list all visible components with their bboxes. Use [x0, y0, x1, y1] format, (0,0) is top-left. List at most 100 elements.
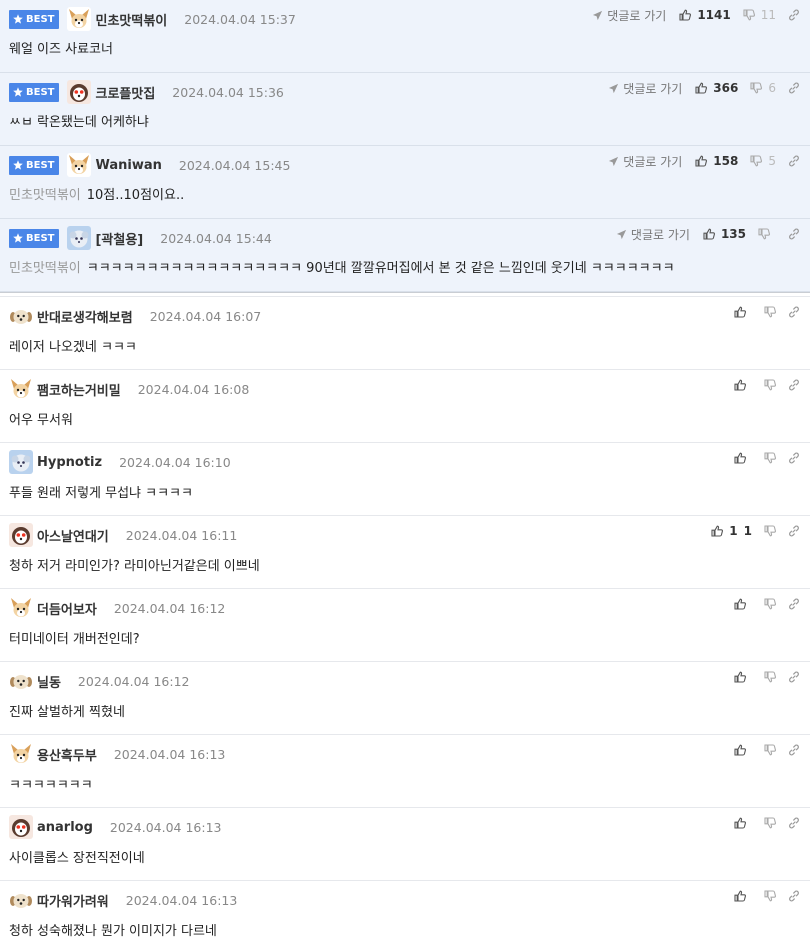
nickname[interactable]: 팸코하는거비밀: [37, 380, 121, 399]
nickname[interactable]: 크로플맛집: [95, 83, 155, 102]
comment-date: 2024.04.04 16:10: [119, 454, 231, 470]
red-dog-icon[interactable]: [9, 815, 33, 839]
comment-body: 10점..10점이요..: [86, 188, 185, 203]
reply-to-nick[interactable]: 민초맛떡볶이: [9, 261, 81, 276]
upvote-button[interactable]: [734, 817, 752, 829]
upvote-button[interactable]: 135: [703, 227, 746, 241]
downvote-button[interactable]: [764, 817, 776, 829]
upvote-button[interactable]: [734, 452, 752, 464]
link-icon[interactable]: [788, 890, 800, 902]
link-icon[interactable]: [788, 744, 800, 756]
dog-icon[interactable]: [67, 7, 92, 31]
upvote-button[interactable]: [734, 306, 752, 318]
thumbs-up-icon: [734, 379, 746, 391]
comment: anarlog 2024.04.04 16:13 사이클롭스 장전직전이네: [0, 808, 810, 881]
comment-text: 민초맛떡볶이 10점..10점이요..: [9, 184, 184, 203]
link-icon[interactable]: [788, 155, 800, 167]
downvote-button[interactable]: 5: [750, 154, 776, 168]
link-icon[interactable]: [788, 671, 800, 683]
go-to-reply-link[interactable]: 댓글로 가기: [608, 153, 682, 170]
thumbs-down-icon: [764, 306, 776, 318]
nickname[interactable]: 아스날연대기: [37, 526, 109, 545]
nickname[interactable]: 반대로생각해보렴: [37, 307, 133, 326]
nickname[interactable]: Waniwan: [95, 158, 161, 173]
thumbs-down-icon: [764, 379, 776, 391]
upvote-button[interactable]: [734, 744, 752, 756]
dog-icon[interactable]: [9, 596, 33, 620]
reply-to-nick[interactable]: 민초맛떡볶이: [9, 188, 81, 203]
upvote-count: 1: [729, 524, 738, 538]
comment-actions: [734, 741, 800, 759]
nickname[interactable]: 따가워가려워: [37, 891, 109, 910]
thumbs-down-icon: [764, 525, 776, 537]
nickname[interactable]: 닐동: [37, 672, 61, 691]
nickname[interactable]: 용산흑두부: [37, 745, 97, 764]
downvote-count: 6: [768, 81, 776, 95]
link-icon[interactable]: [788, 228, 800, 240]
thumbs-down-icon: [764, 817, 776, 829]
link-icon[interactable]: [788, 452, 800, 464]
downvote-button[interactable]: [764, 379, 776, 391]
link-icon[interactable]: [788, 598, 800, 610]
red-dog-icon[interactable]: [67, 80, 92, 104]
comment: 용산흑두부 2024.04.04 16:13 ㅋㅋㅋㅋㅋㅋㅋ: [0, 735, 810, 808]
puppy-icon[interactable]: [9, 888, 33, 912]
link-icon[interactable]: [788, 379, 800, 391]
thumbs-up-icon: [679, 9, 692, 21]
downvote-button[interactable]: [764, 306, 776, 318]
link-icon[interactable]: [788, 306, 800, 318]
upvote-button[interactable]: 158: [695, 154, 738, 168]
blue-dog-icon[interactable]: [9, 450, 33, 474]
downvote-button[interactable]: 6: [750, 81, 776, 95]
blue-dog-icon[interactable]: [67, 226, 92, 250]
downvote-button[interactable]: [764, 744, 776, 756]
go-to-reply-link[interactable]: 댓글로 가기: [592, 7, 666, 24]
thumbs-up-icon: [734, 452, 746, 464]
dog-icon[interactable]: [9, 742, 33, 766]
nickname[interactable]: Hypnotiz: [37, 455, 102, 470]
downvote-button[interactable]: [764, 452, 776, 464]
dog-icon[interactable]: [67, 153, 92, 177]
comment-list: 반대로생각해보렴 2024.04.04 16:07 레이저 나오겠네 ㅋㅋㅋ 팸…: [0, 297, 810, 942]
downvote-button[interactable]: [764, 671, 776, 683]
puppy-icon[interactable]: [9, 669, 33, 693]
upvote-button[interactable]: 366: [695, 81, 738, 95]
downvote-button[interactable]: [764, 598, 776, 610]
dog-icon[interactable]: [9, 377, 33, 401]
downvote-button[interactable]: [764, 890, 776, 902]
nickname[interactable]: 민초맛떡볶이: [95, 10, 167, 29]
upvote-button[interactable]: 1 1: [711, 524, 752, 538]
nickname[interactable]: anarlog: [37, 820, 93, 835]
comment-actions: [734, 595, 800, 613]
red-dog-icon[interactable]: [9, 523, 33, 547]
link-icon[interactable]: [788, 525, 800, 537]
upvote-button[interactable]: 1141: [679, 8, 731, 22]
downvote-button[interactable]: [758, 228, 776, 240]
downvote-button[interactable]: 11: [743, 8, 776, 22]
star-icon: [13, 233, 23, 243]
downvote-count: 11: [760, 8, 776, 22]
nickname[interactable]: 더듬어보자: [37, 599, 97, 618]
comment-date: 2024.04.04 16:11: [125, 527, 238, 543]
comment-date: 2024.04.04 16:12: [113, 600, 226, 616]
link-icon[interactable]: [788, 82, 800, 94]
nickname[interactable]: [곽철용]: [95, 229, 143, 248]
downvote-button[interactable]: [764, 525, 776, 537]
upvote-button[interactable]: [734, 598, 752, 610]
comment-actions: [734, 887, 800, 905]
upvote-button[interactable]: [734, 671, 752, 683]
upvote-button[interactable]: [734, 379, 752, 391]
thumbs-up-icon: [703, 228, 715, 240]
downvote-count: 5: [768, 154, 776, 168]
comment-body: 진짜 살벌하게 찍혔네: [9, 705, 125, 720]
upvote-button[interactable]: [734, 890, 752, 902]
thumbs-up-icon: [734, 890, 746, 902]
link-icon[interactable]: [788, 9, 800, 21]
go-to-reply-link[interactable]: 댓글로 가기: [616, 226, 690, 243]
go-to-reply-link[interactable]: 댓글로 가기: [608, 80, 682, 97]
puppy-icon[interactable]: [9, 304, 33, 328]
upvote-count: 1141: [697, 8, 731, 22]
comment-body: 청하 성숙해졌나 뭔가 이미지가 다르네: [9, 924, 217, 939]
thumbs-up-icon: [734, 671, 746, 683]
link-icon[interactable]: [788, 817, 800, 829]
